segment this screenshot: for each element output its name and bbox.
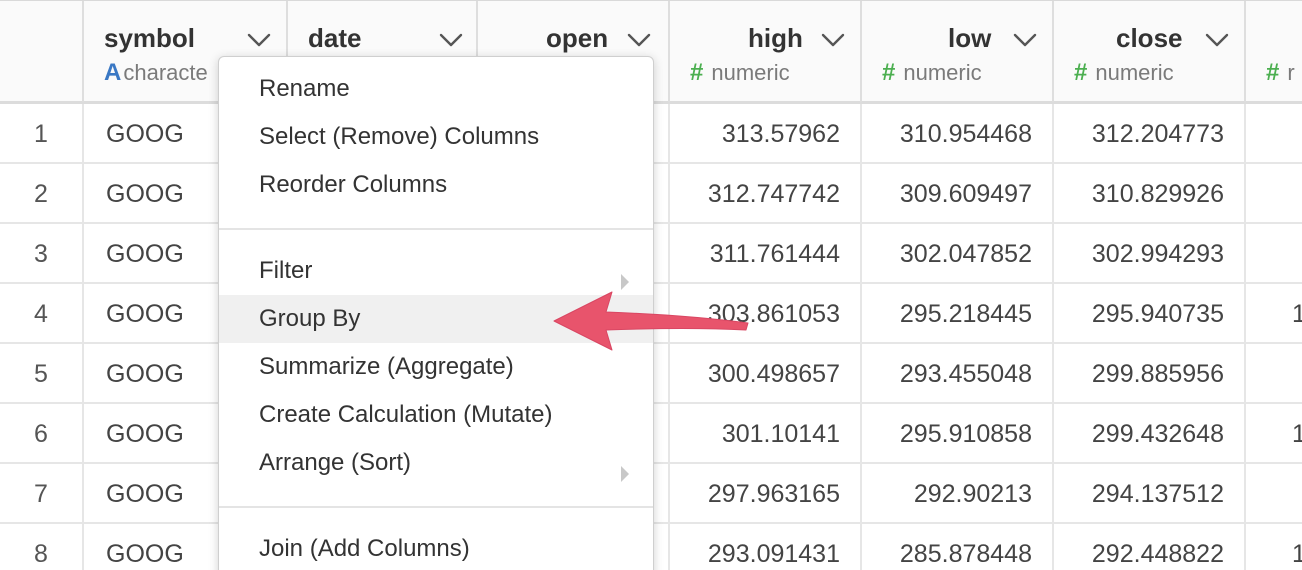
- volume-cell: [1246, 164, 1302, 222]
- chevron-down-icon[interactable]: [438, 27, 464, 53]
- caret-right-icon: [619, 453, 631, 482]
- menu-item-label: Create Calculation (Mutate): [259, 401, 553, 428]
- menu-item-label: Reorder Columns: [259, 171, 448, 198]
- low-cell: 293.455048: [862, 344, 1054, 402]
- low-cell: 292.90213: [862, 464, 1054, 522]
- index-cell: 1: [0, 104, 84, 162]
- index-cell: 5: [0, 344, 84, 402]
- low-cell: 295.910858: [862, 404, 1054, 462]
- column-type: # numeric: [882, 59, 982, 87]
- numeric-type-icon: #: [1074, 59, 1088, 86]
- character-type-icon: A: [104, 59, 122, 86]
- chevron-down-icon[interactable]: [1012, 27, 1038, 53]
- arrow-annotation-icon: [553, 291, 749, 351]
- close-cell: 299.432648: [1054, 404, 1246, 462]
- close-cell: 295.940735: [1054, 284, 1246, 342]
- column-name: date: [308, 23, 362, 53]
- index-cell: 7: [0, 464, 84, 522]
- chevron-down-icon[interactable]: [626, 27, 652, 53]
- menu-item-label: Summarize (Aggregate): [259, 353, 514, 380]
- low-cell: 302.047852: [862, 224, 1054, 282]
- menu-item-label: Rename: [259, 75, 350, 102]
- menu-separator: [219, 228, 653, 230]
- data-grid-view: symbol Acharacte date open high # numeric: [0, 0, 1302, 570]
- column-header-close[interactable]: close # numeric: [1054, 1, 1246, 102]
- volume-cell: [1246, 104, 1302, 162]
- menu-item-label: Select (Remove) Columns: [259, 123, 540, 150]
- high-cell: 297.963165: [670, 464, 862, 522]
- volume-cell: 1: [1292, 420, 1302, 448]
- column-name: close: [1116, 23, 1183, 53]
- close-cell: 292.448822: [1054, 524, 1246, 570]
- chevron-down-icon[interactable]: [820, 27, 846, 53]
- column-type: # numeric: [690, 59, 790, 87]
- menu-item-create-calculation[interactable]: Create Calculation (Mutate): [219, 391, 653, 439]
- column-type-label: numeric: [711, 60, 790, 85]
- low-cell: 285.878448: [862, 524, 1054, 570]
- high-cell: 313.57962: [670, 104, 862, 162]
- close-cell: 310.829926: [1054, 164, 1246, 222]
- numeric-type-icon: #: [882, 59, 896, 86]
- menu-item-label: Join (Add Columns): [259, 535, 470, 562]
- numeric-type-icon: #: [690, 59, 704, 86]
- column-header-volume[interactable]: vo #r: [1246, 1, 1302, 102]
- menu-item-select-columns[interactable]: Select (Remove) Columns: [219, 113, 653, 161]
- index-cell: 6: [0, 404, 84, 462]
- column-type: Acharacte: [104, 59, 208, 87]
- index-cell: 2: [0, 164, 84, 222]
- menu-item-join[interactable]: Join (Add Columns): [219, 525, 653, 570]
- menu-item-label: Group By: [259, 305, 361, 332]
- low-cell: 295.218445: [862, 284, 1054, 342]
- volume-cell: [1246, 224, 1302, 282]
- column-type-label: numeric: [903, 60, 982, 85]
- column-type: # numeric: [1074, 59, 1174, 87]
- close-cell: 294.137512: [1054, 464, 1246, 522]
- column-header-high[interactable]: high # numeric: [670, 1, 862, 102]
- column-name: high: [748, 23, 803, 53]
- close-cell: 299.885956: [1054, 344, 1246, 402]
- low-cell: 309.609497: [862, 164, 1054, 222]
- column-type-label: characte: [123, 60, 208, 85]
- column-type: # r: [1266, 59, 1295, 87]
- volume-cell: 1: [1292, 540, 1302, 568]
- close-cell: 312.204773: [1054, 104, 1246, 162]
- high-cell: 293.091431: [670, 524, 862, 570]
- menu-item-arrange[interactable]: Arrange (Sort): [219, 439, 653, 487]
- chevron-down-icon[interactable]: [246, 27, 272, 53]
- index-cell: 4: [0, 284, 84, 342]
- column-name: symbol: [104, 23, 196, 53]
- column-type-label: numeric: [1095, 60, 1174, 85]
- column-name: low: [948, 23, 992, 53]
- high-cell: 301.10141: [670, 404, 862, 462]
- column-header-low[interactable]: low # numeric: [862, 1, 1054, 102]
- high-cell: 312.747742: [670, 164, 862, 222]
- close-cell: 302.994293: [1054, 224, 1246, 282]
- menu-item-rename[interactable]: Rename: [219, 65, 653, 113]
- index-cell: 3: [0, 224, 84, 282]
- menu-separator: [219, 506, 653, 508]
- volume-cell: 1: [1292, 300, 1302, 328]
- menu-item-reorder-columns[interactable]: Reorder Columns: [219, 161, 653, 209]
- numeric-type-icon: #: [1266, 59, 1280, 86]
- low-cell: 310.954468: [862, 104, 1054, 162]
- menu-item-label: Arrange (Sort): [259, 449, 412, 476]
- caret-right-icon: [619, 261, 631, 290]
- volume-cell: [1246, 464, 1302, 522]
- column-type-label: r: [1287, 60, 1295, 85]
- menu-item-label: Filter: [259, 257, 313, 284]
- volume-cell: [1246, 344, 1302, 402]
- index-cell: 8: [0, 524, 84, 570]
- header-index-cell: [0, 1, 84, 102]
- chevron-down-icon[interactable]: [1204, 27, 1230, 53]
- column-name: open: [546, 23, 609, 53]
- high-cell: 311.761444: [670, 224, 862, 282]
